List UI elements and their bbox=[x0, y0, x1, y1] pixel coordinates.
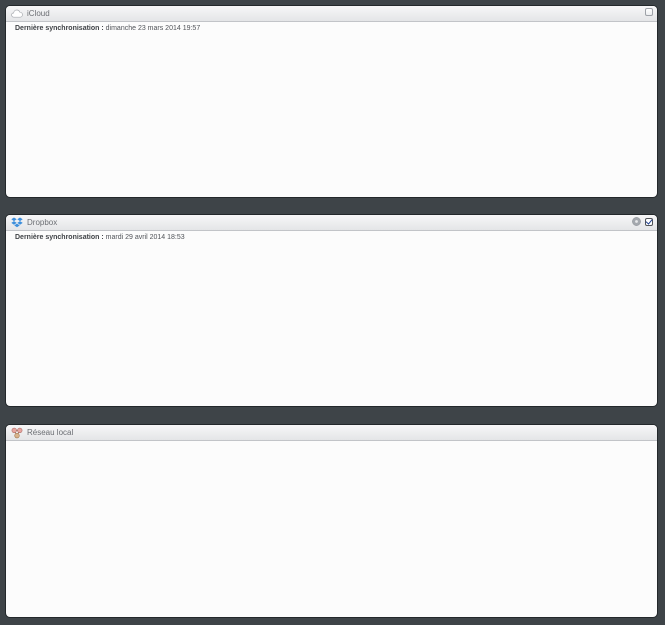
icloud-sync-date: dimanche 23 mars 2014 19:57 bbox=[105, 25, 201, 32]
dropbox-controls bbox=[632, 217, 653, 226]
icloud-sync-status: Dernière synchronisation : dimanche 23 m… bbox=[6, 22, 657, 34]
cloud-icon bbox=[11, 8, 23, 20]
local-network-title: Réseau local bbox=[27, 428, 74, 437]
local-network-panel: Réseau local bbox=[5, 424, 658, 618]
dropbox-sync-status: Dernière synchronisation : mardi 29 avri… bbox=[6, 231, 657, 243]
local-network-icon bbox=[11, 427, 23, 439]
icloud-sync-label: Dernière synchronisation : bbox=[15, 25, 104, 32]
gear-icon[interactable] bbox=[632, 217, 641, 226]
icloud-panel-header: iCloud bbox=[6, 6, 657, 22]
local-network-panel-header: Réseau local bbox=[6, 425, 657, 441]
icloud-controls bbox=[645, 8, 653, 16]
dropbox-title: Dropbox bbox=[27, 218, 58, 227]
dropbox-sync-date: mardi 29 avril 2014 18:53 bbox=[105, 234, 185, 241]
icloud-enable-checkbox[interactable] bbox=[645, 8, 653, 16]
dropbox-panel: Dropbox Dernière synchronisation : mardi… bbox=[5, 214, 658, 407]
icloud-title: iCloud bbox=[27, 9, 50, 18]
icloud-panel: iCloud Dernière synchronisation : dimanc… bbox=[5, 5, 658, 198]
dropbox-enable-checkbox[interactable] bbox=[645, 217, 653, 226]
dropbox-sync-label: Dernière synchronisation : bbox=[15, 234, 104, 241]
dropbox-panel-header: Dropbox bbox=[6, 215, 657, 231]
dropbox-icon bbox=[11, 217, 23, 229]
